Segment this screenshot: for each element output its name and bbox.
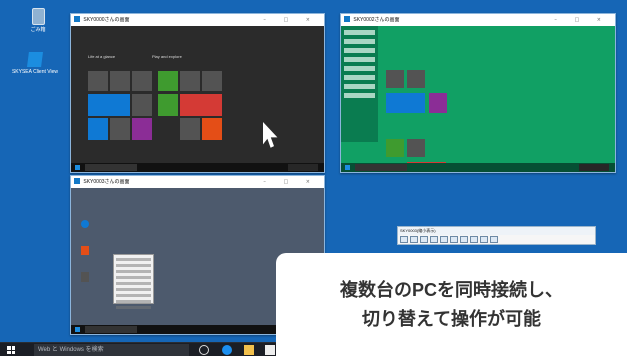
- window-controls[interactable]: – □ ×: [263, 176, 318, 188]
- window-titlebar[interactable]: SKY0002さんの画面 – □ ×: [341, 14, 615, 26]
- tile-photos[interactable]: [132, 94, 152, 116]
- remote-screen-sky0002[interactable]: [341, 26, 615, 172]
- window-app-icon: [74, 16, 80, 22]
- remote-start-icon[interactable]: [75, 165, 80, 170]
- display-icon[interactable]: [400, 236, 408, 243]
- window-titlebar[interactable]: SKY0000さんの画面 – □ ×: [71, 14, 324, 26]
- edge-icon[interactable]: [222, 345, 232, 355]
- start-menu-left-panel: [341, 26, 378, 142]
- transfer-icon[interactable]: [440, 236, 448, 243]
- remote-search-box[interactable]: [85, 164, 137, 171]
- tile-edge[interactable]: [386, 93, 425, 113]
- remote-window-sky0002[interactable]: SKY0002さんの画面 – □ ×: [340, 13, 616, 173]
- magnifier-icon[interactable]: [430, 236, 438, 243]
- context-menu[interactable]: [113, 254, 154, 309]
- remote-start-icon[interactable]: [345, 165, 350, 170]
- toolbar-icon-row: [398, 235, 595, 244]
- tile-mail[interactable]: [407, 70, 425, 88]
- tile-onenote[interactable]: [132, 118, 152, 140]
- tile-onenote[interactable]: [429, 93, 447, 113]
- desktop-icon-document[interactable]: [81, 272, 89, 282]
- window-title: SKY0002さんの画面: [353, 17, 400, 23]
- tile-edge[interactable]: [88, 94, 130, 116]
- recycle-bin-label: ごみ箱: [30, 27, 46, 33]
- remote-start-icon[interactable]: [75, 327, 80, 332]
- settings-icon[interactable]: [450, 236, 458, 243]
- tile-money[interactable]: [158, 94, 178, 116]
- recycle-bin-icon: [31, 8, 45, 25]
- remote-control-toolbar[interactable]: SKY0003(縮小表示): [397, 226, 596, 245]
- tile-groove[interactable]: [407, 139, 425, 157]
- tile-mail[interactable]: [110, 71, 130, 91]
- tile-xbox[interactable]: [386, 139, 404, 157]
- skysea-client-view-icon: [27, 52, 43, 67]
- pen-icon[interactable]: [420, 236, 428, 243]
- arrow-icon[interactable]: [410, 236, 418, 243]
- skysea-client-view-shortcut[interactable]: SKYSEA Client View: [5, 52, 65, 75]
- tile-store[interactable]: [180, 118, 200, 140]
- start-menu: Life at a glance Play and explore: [76, 32, 311, 162]
- tile-xbox[interactable]: [158, 71, 178, 91]
- tile-news[interactable]: [110, 118, 130, 140]
- remote-taskbar: [341, 163, 615, 172]
- start-menu-group-life: Life at a glance: [88, 54, 116, 59]
- window-title: SKY0000さんの画面: [83, 17, 130, 23]
- tile-calendar[interactable]: [88, 71, 108, 91]
- remote-taskbar: [71, 163, 324, 172]
- toolbar-title: SKY0003(縮小表示): [398, 227, 595, 235]
- window-titlebar[interactable]: SKY0003さんの画面 – □ ×: [71, 176, 324, 188]
- screen-icon[interactable]: [460, 236, 468, 243]
- tile-groove[interactable]: [180, 71, 200, 91]
- cortana-icon[interactable]: [199, 345, 209, 355]
- folder-icon[interactable]: [244, 345, 254, 355]
- store-icon[interactable]: [265, 345, 275, 355]
- tile-office[interactable]: [202, 118, 222, 140]
- window-controls[interactable]: – □ ×: [263, 14, 318, 26]
- taskbar-search-box[interactable]: Web と Windows を検索: [34, 344, 189, 356]
- tile-people[interactable]: [132, 71, 152, 91]
- feature-callout: 複数台のPCを同時接続し、 切り替えて操作が可能: [276, 253, 627, 356]
- refresh-icon[interactable]: [480, 236, 488, 243]
- tile-movies[interactable]: [202, 71, 222, 91]
- recycle-bin-shortcut[interactable]: ごみ箱: [8, 8, 68, 33]
- windows-logo-icon[interactable]: [7, 346, 15, 354]
- desktop: ごみ箱 SKYSEA Client View SKY0000さんの画面 – □ …: [0, 0, 627, 356]
- zoom-icon[interactable]: [470, 236, 478, 243]
- tile-calendar[interactable]: [386, 70, 404, 88]
- desktop-icon-folder[interactable]: [81, 246, 89, 255]
- remote-window-sky0000[interactable]: SKY0000さんの画面 – □ × Life at a glance Play…: [70, 13, 325, 173]
- desktop-icon-edge[interactable]: [81, 220, 89, 228]
- close-icon[interactable]: [490, 236, 498, 243]
- skysea-client-view-label: SKYSEA Client View: [11, 69, 59, 75]
- remote-system-tray: [579, 164, 609, 171]
- window-title: SKY0003さんの画面: [83, 179, 130, 185]
- tile-sports[interactable]: [180, 94, 222, 116]
- window-app-icon: [344, 16, 350, 22]
- remote-screen-sky0000[interactable]: Life at a glance Play and explore: [71, 26, 324, 172]
- tile-weather[interactable]: [88, 118, 108, 140]
- window-app-icon: [74, 178, 80, 184]
- window-controls[interactable]: – □ ×: [554, 14, 609, 26]
- remote-system-tray: [288, 164, 318, 171]
- feature-callout-text: 複数台のPCを同時接続し、 切り替えて操作が可能: [339, 279, 563, 329]
- remote-search-box[interactable]: [355, 164, 407, 171]
- remote-search-box[interactable]: [85, 326, 137, 333]
- start-menu-group-play: Play and explore: [152, 54, 182, 59]
